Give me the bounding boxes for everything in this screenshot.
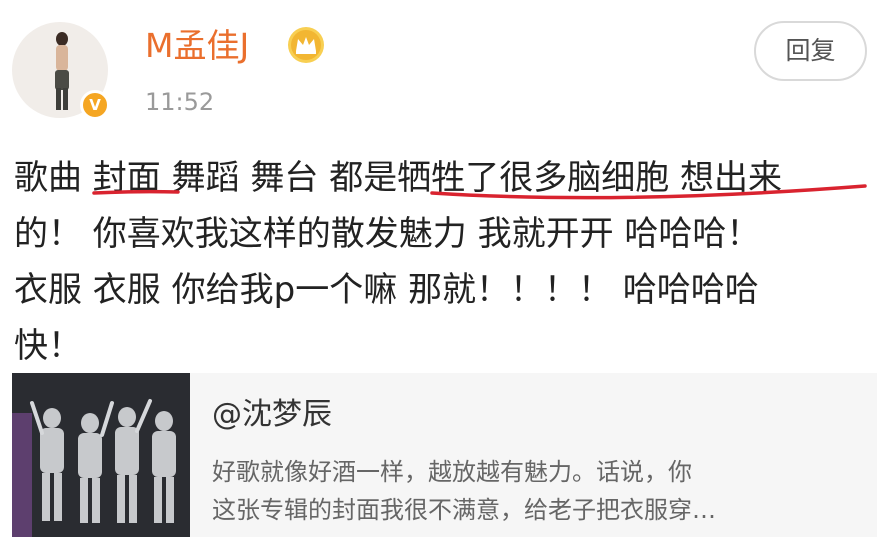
username[interactable]: M孟佳J <box>145 24 249 68</box>
verified-badge-icon: V <box>80 90 110 120</box>
post-text-line: 的！ 你喜欢我这样的散发魅力 我就开开 哈哈哈！ <box>14 214 761 254</box>
quoted-post-thumbnail <box>12 373 190 537</box>
crown-icon <box>288 27 324 63</box>
avatar-figure <box>55 32 69 110</box>
quoted-post-author[interactable]: @沈梦辰 <box>212 395 332 435</box>
quoted-post-text-line: 这张专辑的封面我很不满意，给老子把衣服穿… <box>212 496 716 524</box>
post-text-line: 衣服 衣服 你给我p一个嘛 那就！！！！ 哈哈哈哈 <box>14 270 759 310</box>
post-text: 歌曲 封面 舞蹈 舞台 都是牺牲了很多脑细胞 想出来 的！ 你喜欢我这样的散发魅… <box>14 150 874 374</box>
post-time: 11:52 <box>145 88 215 116</box>
post-text-line: 歌曲 封面 舞蹈 舞台 都是牺牲了很多脑细胞 想出来 <box>14 158 783 198</box>
reply-button[interactable]: 回复 <box>754 21 867 81</box>
weibo-post: V M孟佳J 11:52 回复 歌曲 封面 舞蹈 舞台 都是牺牲了很多脑细胞 想… <box>0 0 877 537</box>
post-text-line: 快！ <box>14 326 82 366</box>
quoted-post-text-line: 好歌就像好酒一样，越放越有魅力。话说，你 <box>212 458 692 486</box>
quoted-post-text: 好歌就像好酒一样，越放越有魅力。话说，你 这张专辑的封面我很不满意，给老子把衣服… <box>212 453 862 529</box>
quoted-post-card[interactable]: @沈梦辰 好歌就像好酒一样，越放越有魅力。话说，你 这张专辑的封面我很不满意，给… <box>12 373 877 537</box>
